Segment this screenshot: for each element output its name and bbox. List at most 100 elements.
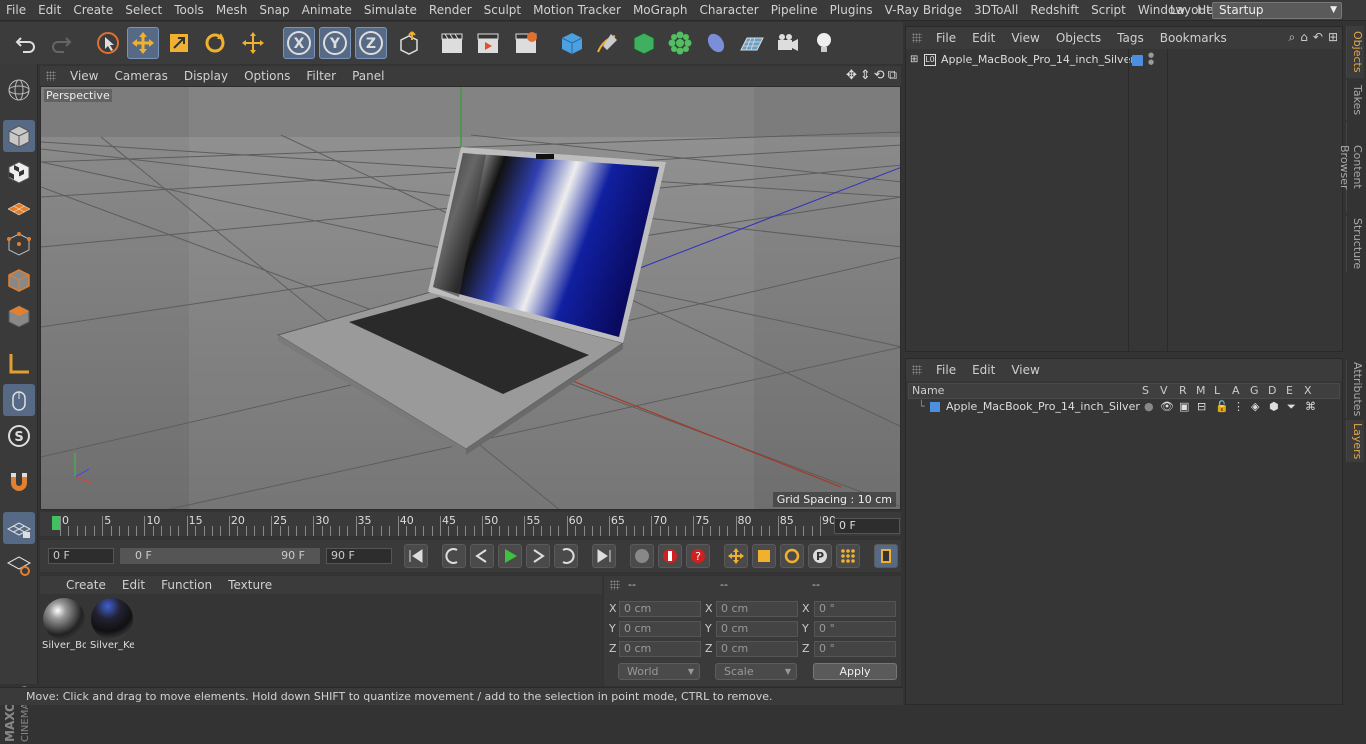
start-frame-field[interactable]: 0 F (48, 548, 114, 564)
live-selection-button[interactable] (92, 27, 124, 59)
go-to-start-button[interactable] (404, 544, 428, 568)
tab-content-browser[interactable]: Content Browser (1338, 122, 1364, 212)
expand-plus-icon[interactable]: ⊞ (910, 51, 918, 69)
next-key-button[interactable] (554, 544, 578, 568)
viewport-menu-options[interactable]: Options (236, 69, 298, 83)
object-name[interactable]: Apple_MacBook_Pro_14_inch_Silver (941, 51, 1135, 69)
previous-frame-button[interactable] (470, 544, 494, 568)
redo-button[interactable] (45, 27, 77, 59)
scale-tool-button[interactable] (163, 27, 195, 59)
pen-spline-button[interactable] (592, 27, 624, 59)
menu-script[interactable]: Script (1085, 0, 1132, 21)
planar-workplane-button[interactable] (3, 548, 35, 580)
cube-button[interactable] (556, 27, 588, 59)
key-scale-button[interactable] (752, 544, 776, 568)
layer-col-xref[interactable]: X (1304, 384, 1312, 398)
solo-dot-icon[interactable]: ● (1144, 399, 1154, 415)
model-mode-button[interactable] (3, 120, 35, 152)
layer-col-solo[interactable]: S (1142, 384, 1149, 398)
perspective-viewport[interactable]: Perspective Grid Spacing : 10 cm (40, 86, 901, 510)
menu-character[interactable]: Character (693, 0, 764, 21)
new-window-icon[interactable]: ⊞ (1328, 30, 1338, 45)
undo-button[interactable] (10, 27, 42, 59)
menu-edit[interactable]: Edit (32, 0, 67, 21)
subdivision-button[interactable] (628, 27, 660, 59)
coordinate-space-dropdown[interactable]: World ▼ (618, 663, 700, 680)
tab-takes[interactable]: Takes (1346, 80, 1364, 120)
objects-menu-tags[interactable]: Tags (1109, 31, 1152, 45)
viewport-menu-cameras[interactable]: Cameras (106, 69, 175, 83)
material-menu-edit[interactable]: Edit (114, 578, 153, 592)
size-z-field[interactable]: 0 cm (716, 641, 798, 657)
size-y-field[interactable]: 0 cm (716, 621, 798, 637)
render-to-picture-viewer-button[interactable] (472, 27, 504, 59)
objects-menu-bookmarks[interactable]: Bookmarks (1152, 31, 1235, 45)
layout-select[interactable]: Startup ▼ (1212, 2, 1342, 19)
tab-attributes[interactable]: Attributes (1346, 360, 1364, 418)
layers-menu-edit[interactable]: Edit (964, 363, 1003, 377)
menu-simulate[interactable]: Simulate (358, 0, 423, 21)
menu-snap[interactable]: Snap (253, 0, 295, 21)
manager-icon[interactable]: ⊟ (1197, 399, 1206, 415)
back-icon[interactable]: ↶ (1313, 30, 1323, 45)
key-rotation-button[interactable] (780, 544, 804, 568)
key-parameter-button[interactable]: P (808, 544, 832, 568)
menu-tools[interactable]: Tools (168, 0, 210, 21)
material-menu-texture[interactable]: Texture (220, 578, 280, 592)
dolly-icon[interactable]: ⇕ (860, 68, 871, 83)
menu-mograph[interactable]: MoGraph (627, 0, 694, 21)
material-menu-function[interactable]: Function (153, 578, 220, 592)
layer-col-animation[interactable]: A (1232, 384, 1240, 398)
timeline-ruler[interactable]: 0 5 10 15 20 25 30 35 40 45 50 55 60 65 70 75 80 85 90 (40, 512, 901, 536)
workplane-lock-button[interactable] (3, 512, 35, 544)
tweak-mode-button[interactable] (3, 384, 35, 416)
objects-menu-objects[interactable]: Objects (1048, 31, 1109, 45)
rotation-h-field[interactable]: 0 ° (814, 601, 896, 617)
motion-record-button[interactable] (630, 544, 654, 568)
snap-button[interactable] (3, 466, 35, 498)
viewport-menu-display[interactable]: Display (176, 69, 236, 83)
home-icon[interactable]: ⌂ (1300, 30, 1308, 45)
floor-button[interactable] (736, 27, 768, 59)
render-settings-button[interactable] (510, 27, 542, 59)
menu-pipeline[interactable]: Pipeline (765, 0, 824, 21)
menu-redshift[interactable]: Redshift (1024, 0, 1085, 21)
axis-mode-button[interactable] (3, 348, 35, 380)
menu-sculpt[interactable]: Sculpt (478, 0, 527, 21)
layers-menu-view[interactable]: View (1003, 363, 1047, 377)
animation-icon[interactable]: ⋮ (1233, 399, 1244, 415)
deformer-button[interactable] (700, 27, 732, 59)
polygon-mode-button[interactable] (3, 300, 35, 332)
material-swatch[interactable]: Silver_Ke (90, 598, 134, 656)
expression-icon[interactable]: ⏷ (1287, 399, 1296, 415)
apply-button[interactable]: Apply (813, 663, 897, 680)
menu-render[interactable]: Render (423, 0, 478, 21)
xref-icon[interactable]: ⌘ (1305, 399, 1316, 415)
menu-mesh[interactable]: Mesh (210, 0, 254, 21)
point-mode-button[interactable] (3, 228, 35, 260)
rotate-tool-button[interactable] (199, 27, 231, 59)
coordinate-system-button[interactable] (393, 27, 425, 59)
solo-button[interactable]: S (3, 420, 35, 452)
size-x-field[interactable]: 0 cm (716, 601, 798, 617)
position-z-field[interactable]: 0 cm (619, 641, 701, 657)
play-button[interactable] (498, 544, 522, 568)
end-frame-field[interactable]: 90 F (326, 548, 392, 564)
tab-layers[interactable]: Layers (1346, 420, 1364, 462)
frame-range-slider[interactable]: 0 F 90 F (120, 548, 320, 564)
objects-menu-edit[interactable]: Edit (964, 31, 1003, 45)
light-button[interactable] (808, 27, 840, 59)
layer-col-expressions[interactable]: E (1286, 384, 1293, 398)
texture-mode-button[interactable] (3, 156, 35, 188)
layer-color-icon[interactable] (930, 402, 940, 412)
tab-structure[interactable]: Structure (1346, 216, 1364, 272)
playhead-marker[interactable] (52, 516, 60, 530)
transform-tool-button[interactable] (237, 27, 269, 59)
viewport-menu-view[interactable]: View (62, 69, 106, 83)
current-frame-field[interactable]: 0 F (834, 518, 900, 534)
objects-menu-file[interactable]: File (928, 31, 964, 45)
layer-col-manager[interactable]: M (1196, 384, 1206, 398)
edge-mode-button[interactable] (3, 264, 35, 296)
material-swatch[interactable]: Silver_Bo (42, 598, 86, 656)
layers-menu-file[interactable]: File (928, 363, 964, 377)
